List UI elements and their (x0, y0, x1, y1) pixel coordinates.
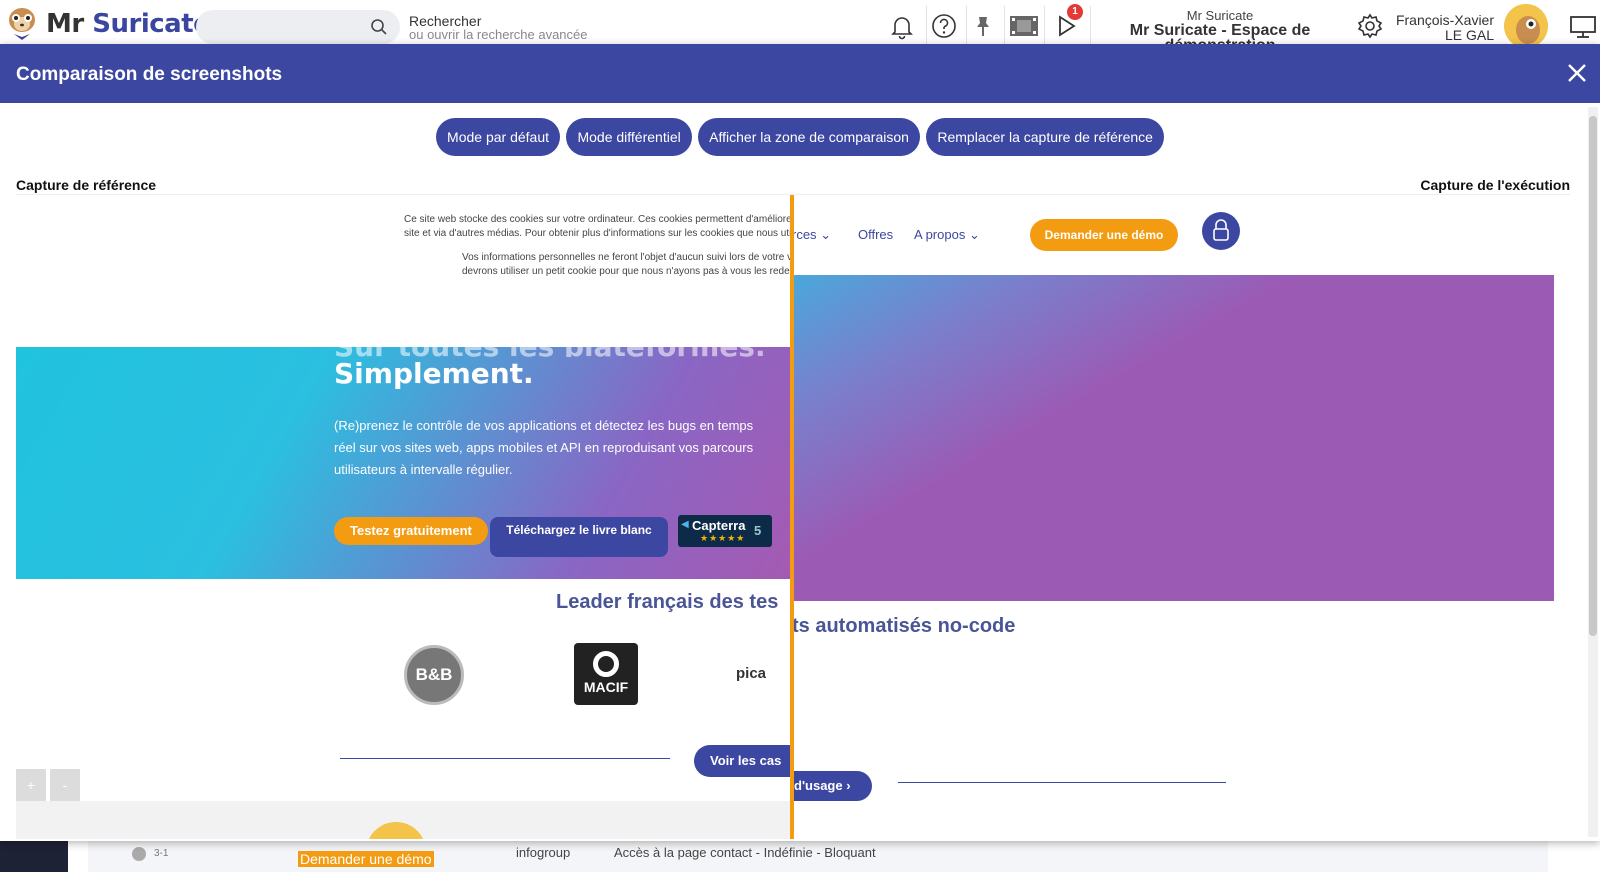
default-mode-button[interactable]: Mode par défaut (436, 118, 561, 156)
sidebar-background (0, 840, 68, 872)
workspace-selector[interactable]: Mr Suricate Mr Suricate - Espace de démo… (1100, 8, 1340, 46)
nav-apropos: A propos ⌄ (914, 227, 980, 242)
show-comparison-zone-button[interactable]: Afficher la zone de comparaison (698, 118, 920, 156)
separator (1044, 6, 1045, 46)
lock-icon (1202, 212, 1240, 250)
pin-icon[interactable] (969, 12, 997, 40)
hero-description: (Re)prenez le contrôle de vos applicatio… (334, 418, 754, 477)
status-dot-icon (132, 847, 146, 861)
reference-capture: Ce site web stocke des cookies sur votre… (16, 195, 792, 839)
chevron-down-icon: ⌄ (820, 227, 832, 242)
comparison-slider-handle[interactable] (790, 195, 794, 839)
modal-title: Comparaison de screenshots (16, 64, 283, 85)
hero-title: Sur toutes les plateformes. Simplement. (334, 345, 766, 390)
comparison-viewport[interactable]: Ce site web stocke des cookies sur votre… (16, 194, 1570, 839)
macif-ring-icon (593, 651, 619, 677)
bb-hotels-logo: B&B (404, 645, 464, 705)
bell-icon[interactable] (888, 12, 916, 40)
request-demo-button: Demander une démo (1030, 219, 1178, 251)
cookie-banner: Ce site web stocke des cookies sur votre… (404, 214, 792, 277)
top-bar: Mr Suricate Rechercher ou ouvrir la rech… (0, 0, 1600, 50)
use-cases-button: d'usage › (792, 771, 872, 801)
capterra-badge: ◀ Capterra ★★★★★ 5 (678, 515, 772, 547)
user-name[interactable]: François-Xavier LE GAL (1390, 13, 1494, 43)
brand-name: Mr Suricate (46, 9, 211, 39)
help-icon[interactable] (930, 12, 958, 40)
macif-logo: MACIF (574, 643, 638, 705)
divider-line (340, 758, 670, 759)
chevron-down-icon: ⌄ (968, 227, 980, 242)
nav-ressources: rces ⌄ (792, 227, 832, 242)
capterra-arrow-icon: ◀ (681, 519, 689, 530)
video-icon[interactable] (1008, 12, 1040, 40)
zoom-out-button[interactable]: - (50, 769, 80, 801)
scrollbar-thumb[interactable] (1589, 116, 1597, 636)
app-logo[interactable]: Mr Suricate (4, 4, 211, 44)
search-input[interactable] (196, 10, 400, 44)
execution-capture-label: Capture de l'exécution (1420, 177, 1570, 193)
picard-logo: pica (736, 665, 767, 682)
leader-heading: ts automatisés no-code (792, 615, 1016, 637)
search-hint[interactable]: Rechercher ou ouvrir la recherche avancé… (409, 14, 588, 42)
separator (966, 6, 967, 46)
modal-header: Comparaison de screenshots (0, 44, 1600, 103)
diff-mode-button[interactable]: Mode différentiel (566, 118, 692, 156)
try-free-button: Testez gratuitement (334, 517, 488, 545)
separator (926, 6, 927, 46)
hero-banner (792, 275, 1554, 601)
replace-reference-button[interactable]: Remplacer la capture de référence (926, 118, 1164, 156)
avatar[interactable] (1504, 4, 1548, 48)
avatar-image-icon (1504, 4, 1548, 48)
suricate-mascot-icon (9, 8, 35, 40)
separator (1004, 6, 1005, 46)
download-whitepaper-button: Téléchargez le livre blanc (490, 517, 668, 557)
reference-capture-label: Capture de référence (16, 177, 157, 193)
divider-line (898, 782, 1226, 783)
screen-share-icon[interactable] (1568, 12, 1598, 40)
zoom-in-button[interactable]: + (16, 769, 46, 801)
chevron-right-icon: › (846, 778, 851, 793)
notification-badge: 1 (1067, 4, 1083, 20)
table-row[interactable]: 3-1 Demander une démo infogroup Accès à … (88, 840, 1548, 872)
search-icon[interactable] (370, 18, 388, 36)
gear-icon[interactable] (1356, 12, 1384, 40)
execution-capture: rces ⌄ Offres A propos ⌄ Demander une dé… (792, 195, 1570, 839)
mode-toolbar: Mode par défaut Mode différentiel Affich… (0, 118, 1600, 156)
close-icon[interactable] (1566, 62, 1588, 84)
nav-offres: Offres (858, 227, 894, 242)
separator (1090, 6, 1091, 46)
screenshot-comparison-modal: Comparaison de screenshots Mode par défa… (0, 44, 1600, 841)
see-cases-button: Voir les cas (694, 745, 792, 777)
leader-heading: Leader français des tes (556, 591, 779, 613)
